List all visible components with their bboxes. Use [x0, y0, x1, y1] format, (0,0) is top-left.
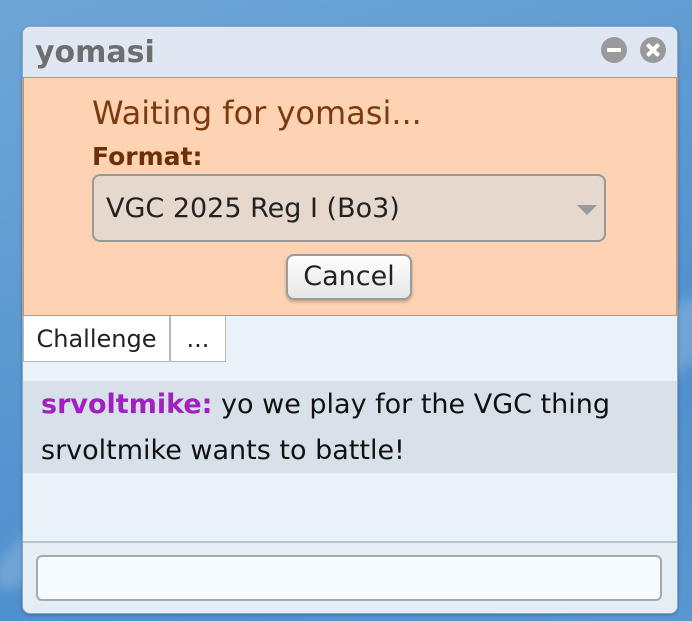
chat-input[interactable]: [36, 555, 662, 601]
window-titlebar: yomasi: [23, 27, 677, 77]
challenge-status: Waiting for yomasi...: [92, 94, 422, 132]
window-title: yomasi: [35, 35, 155, 70]
chevron-down-icon: [577, 205, 597, 215]
message-text: yo we play for the VGC thing: [221, 389, 611, 420]
chat-message: srvoltmike: yo we play for the VGC thing: [41, 389, 610, 420]
chat-input-bar: [23, 541, 677, 613]
tab-more[interactable]: ...: [170, 316, 226, 362]
challenge-panel: Waiting for yomasi... Format: VGC 2025 R…: [23, 77, 677, 316]
format-label: Format:: [92, 142, 203, 171]
message-username: srvoltmike:: [41, 389, 213, 420]
minimize-icon[interactable]: [601, 37, 627, 63]
format-selected-value: VGC 2025 Reg I (Bo3): [106, 193, 400, 224]
message-log: srvoltmike: yo we play for the VGC thing…: [23, 381, 677, 473]
tab-challenge[interactable]: Challenge: [23, 316, 170, 362]
battle-notice: srvoltmike wants to battle!: [41, 435, 405, 466]
format-select[interactable]: VGC 2025 Reg I (Bo3): [92, 174, 606, 242]
cancel-button[interactable]: Cancel: [286, 254, 412, 300]
chat-window: yomasi Waiting for yomasi... Format: VGC…: [22, 26, 678, 614]
close-icon[interactable]: [640, 37, 666, 63]
